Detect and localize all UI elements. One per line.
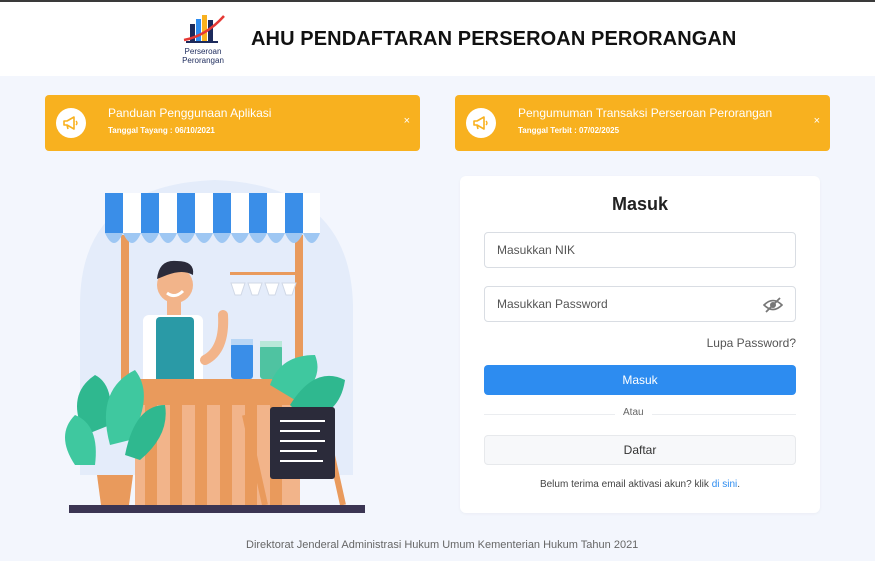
forgot-password-link[interactable]: Lupa Password? — [707, 336, 796, 350]
app-logo[interactable]: Perseroan Perorangan — [176, 10, 230, 68]
login-button[interactable]: Masuk — [484, 365, 796, 395]
login-title: Masuk — [611, 194, 669, 214]
shop-illustration — [65, 180, 365, 513]
banner-title[interactable]: Panduan Penggunaan Aplikasi — [108, 106, 271, 120]
logo-text-line2: Perorangan — [182, 56, 224, 65]
banner-date: Tanggal Tayang : 06/10/2021 — [108, 126, 215, 135]
activation-link[interactable]: di sini — [712, 479, 738, 490]
register-button[interactable]: Daftar — [484, 435, 796, 465]
banner-title[interactable]: Pengumuman Transaksi Perseroan Peroranga… — [518, 106, 772, 120]
close-icon[interactable]: × — [814, 115, 820, 127]
megaphone-icon — [466, 108, 496, 138]
activation-text: Belum terima email aktivasi akun? klik — [539, 479, 712, 490]
activation-note: Belum terima email aktivasi akun? klik d… — [460, 479, 820, 490]
password-input[interactable] — [485, 287, 795, 321]
banner-announcement[interactable]: Pengumuman Transaksi Perseroan Peroranga… — [455, 95, 830, 151]
divider-label: Atau — [615, 407, 652, 418]
banner-date: Tanggal Terbit : 07/02/2025 — [518, 126, 620, 135]
password-field[interactable] — [484, 286, 796, 322]
eye-slash-icon[interactable] — [763, 296, 783, 314]
building-logo-icon — [183, 15, 225, 43]
nik-input[interactable] — [485, 233, 795, 267]
login-card: Masuk Lupa Password? Masuk Atau Daftar B… — [460, 176, 820, 513]
nik-field[interactable] — [484, 232, 796, 268]
logo-text-line1: Perseroan — [184, 47, 222, 56]
app-title: AHU PENDAFTARAN PERSEROAN PERORANGAN — [251, 28, 737, 50]
header: Perseroan Perorangan AHU PENDAFTARAN PER… — [0, 2, 875, 76]
footer-text: Direktorat Jenderal Administrasi Hukum U… — [246, 539, 639, 551]
megaphone-icon — [56, 108, 86, 138]
banner-guide[interactable]: Panduan Penggunaan Aplikasi Tanggal Taya… — [45, 95, 420, 151]
activation-period: . — [737, 479, 741, 490]
close-icon[interactable]: × — [404, 115, 410, 127]
